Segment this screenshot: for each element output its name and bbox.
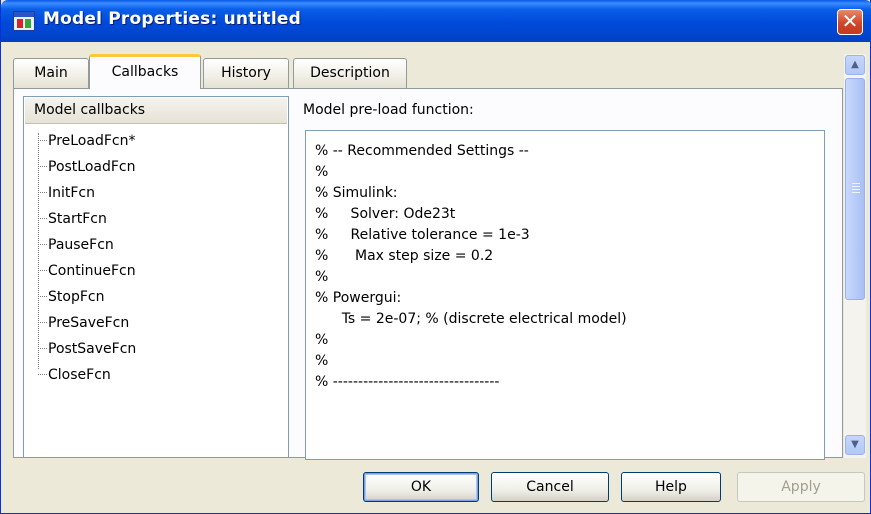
code-line: % — [315, 164, 329, 180]
vertical-scrollbar[interactable]: ▲ ▼ — [844, 54, 866, 458]
callback-item-label: PreLoadFcn* — [48, 133, 136, 149]
callbacks-tree[interactable]: Model callbacks PreLoadFcn* PostLoadFcn … — [23, 96, 289, 458]
callback-item-label: PauseFcn — [48, 237, 114, 253]
code-line: % — [315, 353, 329, 369]
callback-item-label: CloseFcn — [48, 367, 111, 383]
title-bar[interactable]: Model Properties: untitled ✕ — [1, 0, 871, 42]
callback-item-startfcn[interactable]: StartFcn — [38, 209, 107, 229]
preload-function-editor[interactable]: % -- Recommended Settings -- % % Simulin… — [305, 130, 825, 460]
code-line: % Powergui: — [315, 290, 402, 306]
callback-item-label: StartFcn — [48, 211, 107, 227]
callbacks-tree-header: Model callbacks — [25, 98, 287, 124]
callback-item-continuefcn[interactable]: ContinueFcn — [38, 261, 136, 281]
scroll-down-icon[interactable]: ▼ — [845, 435, 865, 455]
code-line: % — [315, 269, 329, 285]
code-line: % — [315, 332, 329, 348]
ok-button[interactable]: OK — [363, 472, 479, 502]
code-line: % Max step size = 0.2 — [315, 248, 494, 264]
help-button[interactable]: Help — [621, 472, 721, 502]
code-line: % Solver: Ode23t — [315, 206, 456, 222]
callback-item-label: PreSaveFcn — [48, 315, 130, 331]
callback-item-label: PostSaveFcn — [48, 341, 137, 357]
callback-item-postsavefcn[interactable]: PostSaveFcn — [38, 339, 136, 359]
apply-button[interactable]: Apply — [737, 472, 865, 502]
function-editor-label: Model pre-load function: — [303, 102, 474, 118]
simulink-model-icon — [13, 11, 35, 31]
callback-item-postloadfcn[interactable]: PostLoadFcn — [38, 157, 136, 177]
close-icon[interactable]: ✕ — [837, 9, 863, 35]
scroll-up-icon[interactable]: ▲ — [845, 55, 865, 75]
callback-item-label: ContinueFcn — [48, 263, 136, 279]
code-line: % --------------------------------- — [315, 374, 500, 390]
callback-item-closefcn[interactable]: CloseFcn — [38, 365, 111, 385]
callback-item-label: StopFcn — [48, 289, 105, 305]
code-line: % Simulink: — [315, 185, 398, 201]
callback-item-stopfcn[interactable]: StopFcn — [38, 287, 104, 307]
callback-item-initfcn[interactable]: InitFcn — [38, 183, 95, 203]
tab-main[interactable]: Main — [13, 58, 89, 88]
tab-description[interactable]: Description — [293, 58, 407, 88]
code-line: % -- Recommended Settings -- — [315, 143, 529, 159]
window-title: Model Properties: untitled — [43, 9, 301, 29]
callback-item-label: PostLoadFcn — [48, 159, 136, 175]
scrollbar-thumb[interactable] — [845, 78, 865, 300]
callback-item-presavefcn[interactable]: PreSaveFcn — [38, 313, 129, 333]
model-properties-dialog: Model Properties: untitled ✕ Main Callba… — [0, 0, 871, 514]
callback-item-label: InitFcn — [48, 185, 96, 201]
callback-item-preloadfcn[interactable]: PreLoadFcn* — [38, 131, 135, 151]
tab-callbacks[interactable]: Callbacks — [89, 54, 201, 89]
cancel-button[interactable]: Cancel — [491, 472, 609, 502]
callback-item-pausefcn[interactable]: PauseFcn — [38, 235, 114, 255]
tab-history[interactable]: History — [203, 58, 289, 88]
code-line: % Relative tolerance = 1e-3 — [315, 227, 530, 243]
code-line: Ts = 2e-07; % (discrete electrical model… — [315, 311, 627, 327]
